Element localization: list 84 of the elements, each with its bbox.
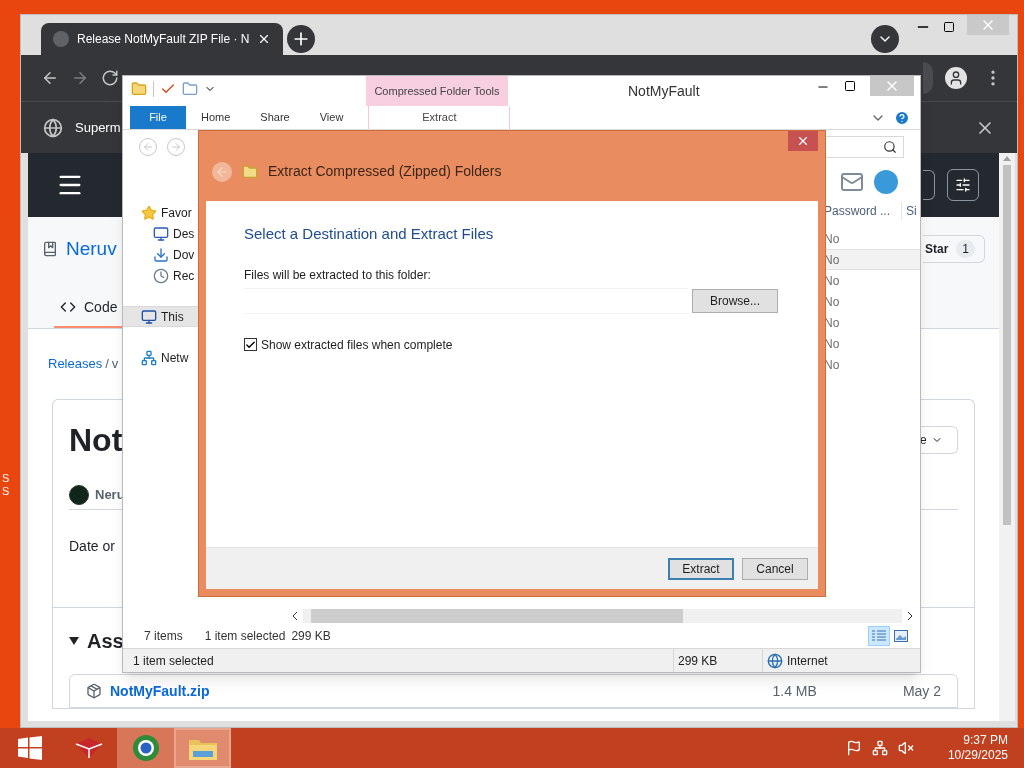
- browser-tab[interactable]: Release NotMyFault ZIP File · N: [41, 23, 283, 55]
- filter-button[interactable]: [947, 169, 979, 201]
- star-count: 1: [956, 240, 976, 258]
- network-icon[interactable]: [871, 740, 888, 756]
- asset-size: 1.4 MB: [772, 681, 817, 701]
- ribbon-tab[interactable]: File: [130, 106, 186, 129]
- scrollbar[interactable]: [999, 153, 1015, 721]
- mute-icon[interactable]: [897, 740, 914, 756]
- repo-icon: [42, 241, 58, 257]
- scroll-left-icon[interactable]: [291, 612, 299, 620]
- status-selection: 1 item selected: [133, 652, 215, 670]
- window-title: NotMyFault: [628, 82, 700, 101]
- dialog-button[interactable]: Cancel: [742, 557, 808, 580]
- dialog-button[interactable]: Extract: [668, 557, 734, 580]
- download-icon: [153, 246, 169, 263]
- asset-date: May 2: [902, 681, 941, 701]
- reload-icon[interactable]: [101, 69, 119, 87]
- info-bar-text: Superm: [75, 118, 121, 137]
- new-tab-button[interactable]: [287, 25, 315, 53]
- close-icon[interactable]: [257, 32, 271, 46]
- tab-title: Release NotMyFault ZIP File · N: [77, 31, 249, 48]
- breadcrumb-separator: /: [105, 355, 109, 374]
- package-icon: [86, 683, 102, 699]
- ribbon-tab[interactable]: Extract: [368, 106, 511, 129]
- maximize-icon[interactable]: [943, 21, 955, 33]
- zip-folder-icon: [242, 163, 258, 180]
- dialog-title: Extract Compressed (Zipped) Folders: [268, 162, 502, 181]
- column-header[interactable]: Si: [902, 202, 917, 220]
- sliders-icon: [955, 177, 971, 193]
- forward-icon[interactable]: [71, 69, 89, 87]
- assets-heading: Ass: [87, 629, 124, 654]
- selection-size: 299 KB: [291, 628, 331, 645]
- profile-button[interactable]: [945, 67, 967, 89]
- path-label: Files will be extracted to this folder:: [244, 266, 432, 284]
- person-icon: [948, 70, 964, 86]
- code-icon: [60, 299, 76, 315]
- status-size: 299 KB: [673, 649, 762, 672]
- selection-info: 1 item selected: [204, 628, 286, 645]
- release-date-text: Date or: [69, 536, 115, 556]
- box-icon: [73, 736, 104, 760]
- clock-icon: [153, 267, 169, 284]
- envelope-icon[interactable]: [840, 170, 864, 194]
- browse-button[interactable]: Browse...: [692, 288, 778, 313]
- start-button[interactable]: [18, 736, 42, 760]
- header-button[interactable]: [923, 170, 935, 200]
- list-icon: [872, 630, 886, 642]
- repo-name[interactable]: Neruv: [66, 234, 117, 264]
- checkbox[interactable]: [244, 338, 257, 351]
- release-title: Not: [69, 421, 123, 460]
- tab-favicon-icon: [53, 31, 69, 47]
- flag-icon[interactable]: [845, 740, 862, 756]
- checkbox-label[interactable]: Show extracted files when complete: [261, 335, 453, 354]
- maximize-icon[interactable]: [844, 80, 856, 92]
- monitor-icon: [153, 225, 169, 242]
- contextual-tab-header: Compressed Folder Tools: [366, 76, 508, 106]
- computer-icon: [141, 308, 157, 325]
- desktop-icon-label[interactable]: S: [2, 485, 10, 498]
- close-button[interactable]: [788, 131, 818, 151]
- breadcrumb-link[interactable]: Releases: [48, 354, 103, 374]
- ribbon-tab[interactable]: Share: [245, 106, 305, 129]
- dialog-heading: Select a Destination and Extract Files: [244, 224, 495, 244]
- ribbon-tab[interactable]: Home: [186, 106, 246, 129]
- desktop-icon-label[interactable]: S: [2, 472, 10, 485]
- network-icon: [141, 349, 157, 366]
- tab-search-button[interactable]: [871, 25, 899, 53]
- taskbar-app[interactable]: [117, 728, 174, 768]
- horizontal-scrollbar[interactable]: [303, 609, 902, 623]
- item-count: 7 items: [144, 628, 183, 645]
- status-zone: Internet: [787, 652, 828, 670]
- search-icon: [883, 140, 897, 154]
- back-icon[interactable]: [41, 69, 59, 87]
- scroll-right-icon[interactable]: [906, 612, 914, 620]
- avatar-icon: [69, 484, 89, 505]
- clock[interactable]: 9:37 PM 10/29/2025: [947, 733, 1008, 763]
- asset-link[interactable]: NotMyFault.zip: [110, 680, 210, 702]
- close-icon: [796, 134, 810, 148]
- new-folder-icon[interactable]: [182, 81, 198, 97]
- ribbon-tab[interactable]: View: [304, 106, 359, 129]
- image-icon: [894, 630, 908, 642]
- help-icon[interactable]: [894, 109, 910, 126]
- collapse-icon[interactable]: [69, 636, 79, 646]
- star-button[interactable]: Star 1: [923, 235, 985, 263]
- breadcrumb-link[interactable]: v: [111, 354, 119, 374]
- star-icon: [141, 204, 157, 221]
